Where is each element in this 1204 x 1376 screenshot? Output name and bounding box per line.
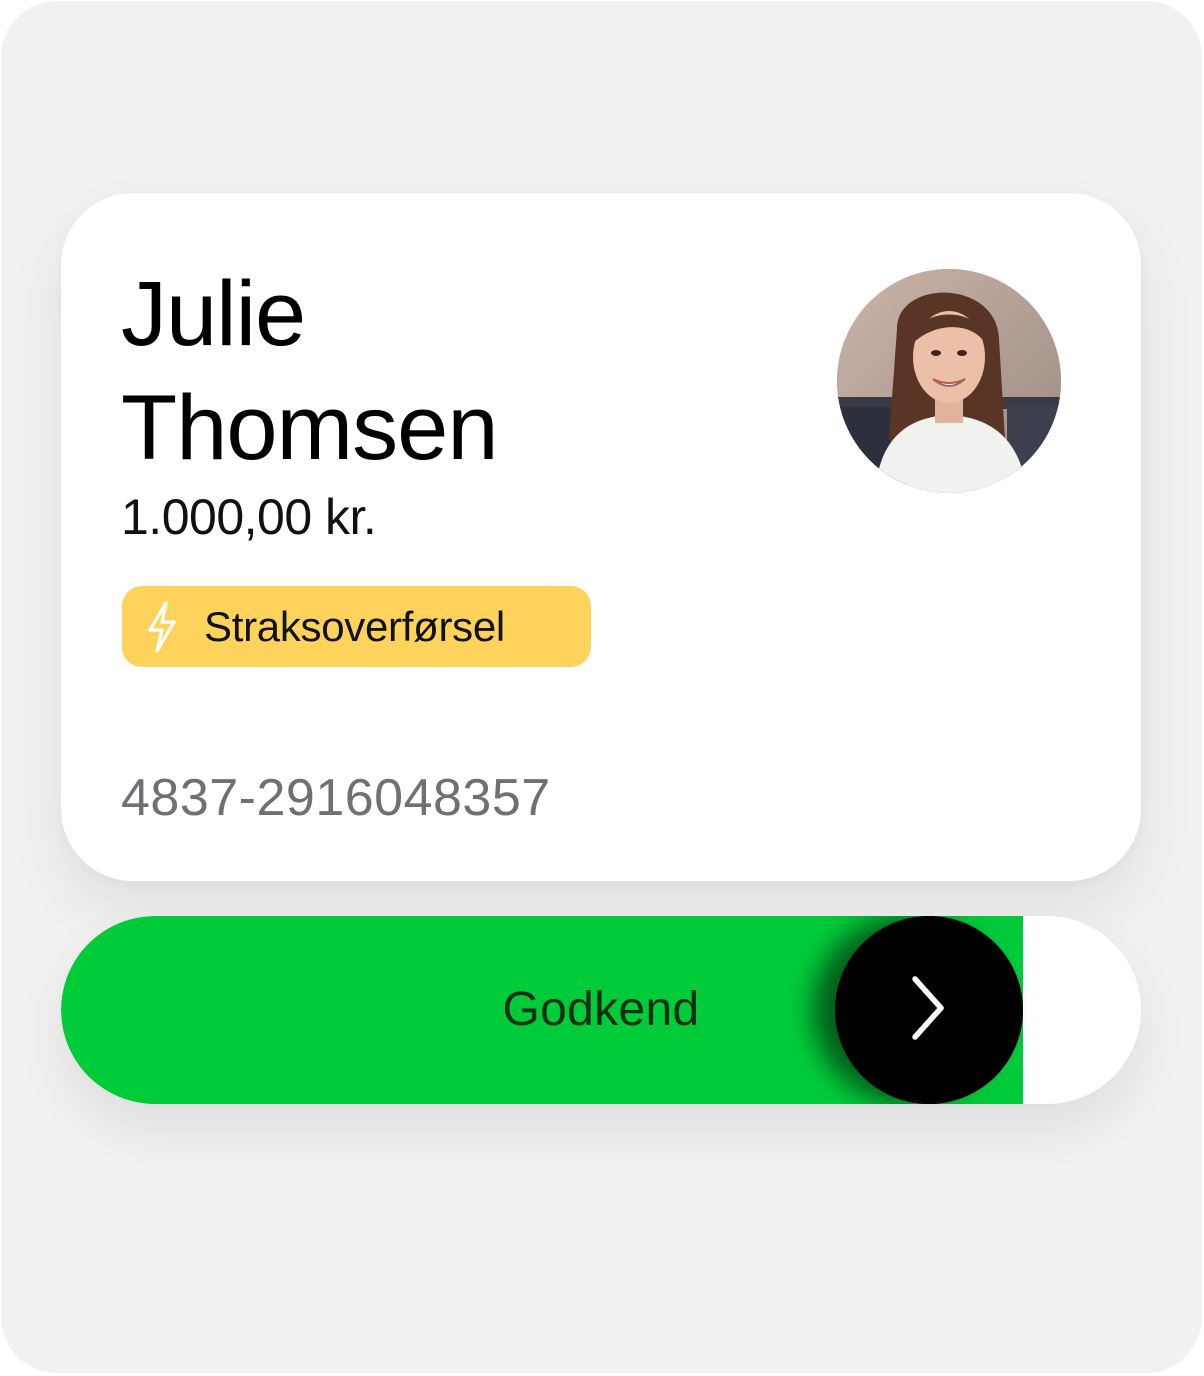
- recipient-name: Julie Thomsen: [121, 257, 761, 485]
- recipient-first-name: Julie: [121, 263, 306, 365]
- approve-slider[interactable]: Godkend: [61, 916, 1141, 1104]
- chevron-right-icon: [909, 975, 949, 1046]
- instant-transfer-badge: Straksoverførsel: [122, 586, 591, 667]
- account-number: 4837-2916048357: [121, 769, 551, 827]
- payment-amount: 1.000,00 kr.: [121, 489, 377, 545]
- slider-knob[interactable]: [835, 916, 1023, 1104]
- payment-request-card: Julie Thomsen 1.000,00 kr. Straksoverfør…: [61, 193, 1141, 881]
- recipient-last-name: Thomsen: [121, 377, 499, 479]
- lightning-icon: [142, 599, 182, 655]
- avatar: [837, 269, 1061, 493]
- background-panel: Julie Thomsen 1.000,00 kr. Straksoverfør…: [1, 1, 1202, 1373]
- badge-label: Straksoverførsel: [204, 602, 505, 650]
